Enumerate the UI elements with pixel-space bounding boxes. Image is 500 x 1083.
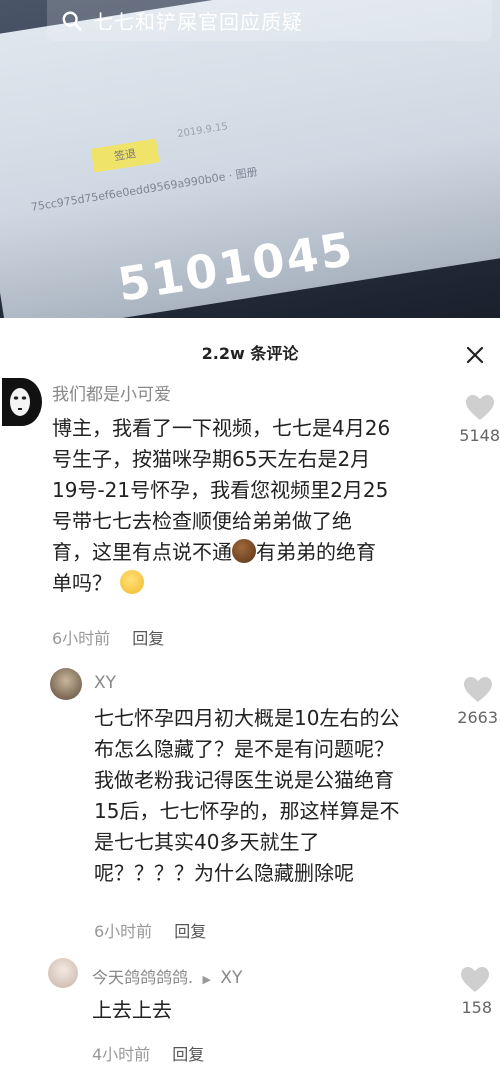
comment-meta: 6小时前 回复 [94,918,206,942]
avatar[interactable] [2,378,42,426]
reply-arrow-icon: ▶ [202,973,211,986]
poop-emoji-icon [232,539,256,563]
search-bar[interactable]: 七七和铲屎官回应质疑 [47,0,492,41]
close-icon[interactable] [466,346,484,364]
heart-icon[interactable] [460,966,490,994]
video-preview[interactable]: 签退 2019.9.15 75cc975d75ef6e0edd9569a990b… [0,0,500,318]
reply-button[interactable]: 回复 [174,922,206,941]
comment-author[interactable]: XY [94,673,116,693]
comment-time: 4小时前 [92,1045,151,1064]
search-icon [62,11,82,31]
pleading-emoji-icon [120,570,144,594]
heart-icon[interactable] [463,676,493,704]
hash-text: 75cc975d75ef6e0edd9569a990b0e · 图册 [30,165,259,214]
monitor-screen: 签退 2019.9.15 75cc975d75ef6e0edd9569a990b… [0,0,500,318]
heart-icon[interactable] [465,394,495,422]
like-count: 5148 [459,426,500,445]
comment-text: 博主，我看了一下视频，七七是4月26 号生子，按猫咪孕期65天左右是2月 19号… [52,416,391,595]
big-number: 5101045 [114,221,358,312]
comment-time: 6小时前 [52,629,111,648]
comment-text: 七七怀孕四月初大概是10左右的公 布怎么隐藏了？是不是有问题呢？ 我做老粉我记得… [94,706,400,885]
reply-button[interactable]: 回复 [132,629,164,648]
comment-author[interactable]: 我们都是小可爱 [52,380,171,405]
comment-time: 6小时前 [94,922,153,941]
like-count: 158 [461,998,492,1017]
comment-author[interactable]: 今天鸽鸽鸽鸽. [92,968,193,987]
avatar[interactable] [48,958,78,988]
search-query[interactable]: 七七和铲屎官回应质疑 [93,6,303,35]
comments-panel: 2.2w 条评论 我们都是小可爱 博主，我看了一下视频，七七是4月26 号生子，… [0,318,500,1083]
highlighted-tag: 签退 [90,138,160,173]
reply-to-author[interactable]: XY [220,968,242,988]
comments-count-title: 2.2w 条评论 [201,344,299,363]
like-count: 2663 [457,708,498,727]
date-text: 2019.9.15 [176,121,229,141]
comment-meta: 6小时前 回复 [52,625,164,649]
comment-meta: 4小时前 回复 [92,1041,204,1065]
comment-text: 上去上去 [92,998,172,1022]
avatar[interactable] [50,668,82,700]
reply-button[interactable]: 回复 [172,1045,204,1064]
comment-author-line: 今天鸽鸽鸽鸽. ▶ XY [92,964,242,988]
